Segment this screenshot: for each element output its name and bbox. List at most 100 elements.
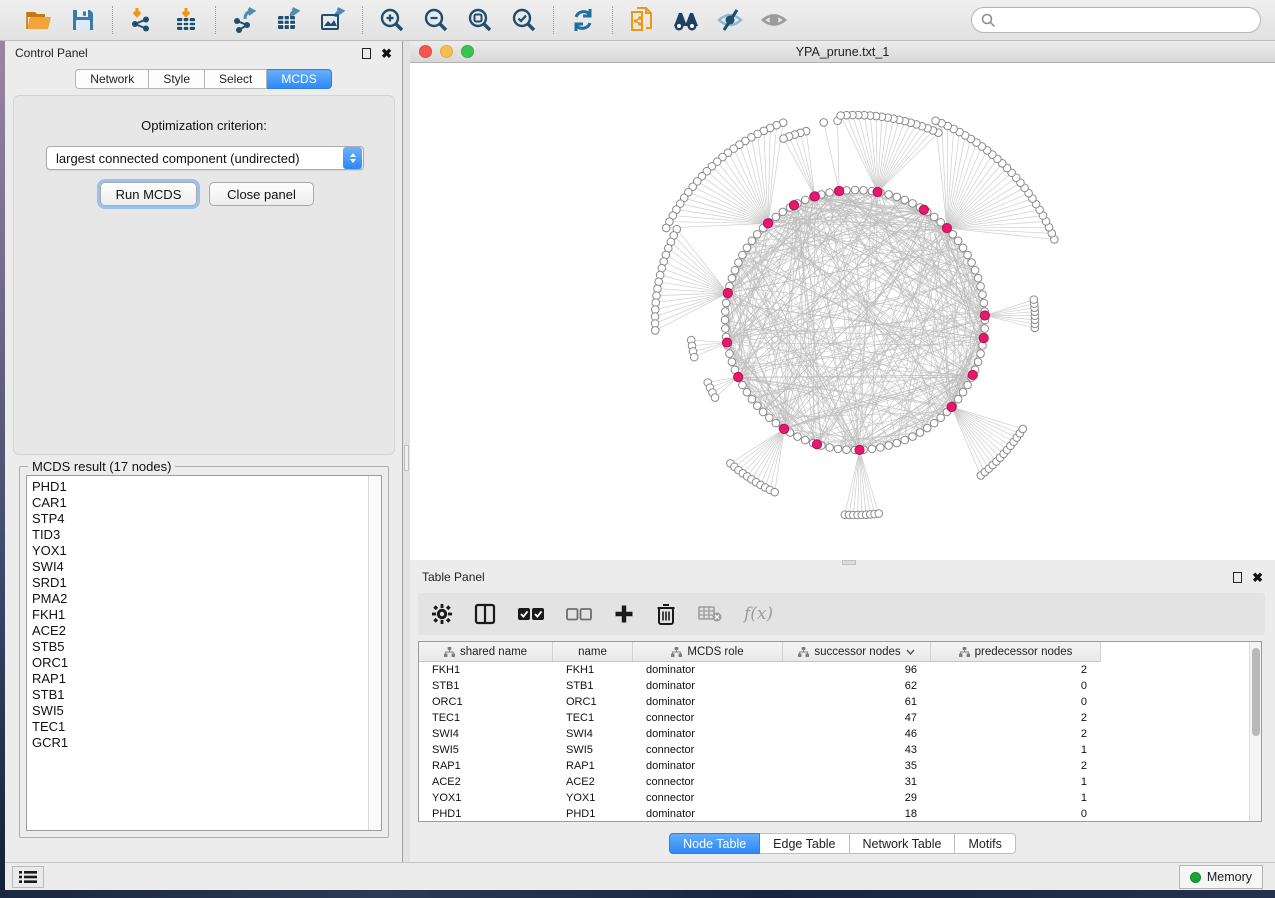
float-panel-icon[interactable] xyxy=(362,48,371,59)
cell-shared-name[interactable]: STB1 xyxy=(419,678,553,694)
cell-predecessor-nodes[interactable]: 1 xyxy=(931,742,1101,758)
cell-successor-nodes[interactable]: 31 xyxy=(783,774,931,790)
memory-button[interactable]: Memory xyxy=(1179,865,1263,889)
mcds-result-item[interactable]: YOX1 xyxy=(32,543,381,559)
cell-successor-nodes[interactable]: 29 xyxy=(783,790,931,806)
column-header-shared-name[interactable]: shared name xyxy=(419,642,553,661)
table-row[interactable]: FKH1FKH1dominator962 xyxy=(419,662,1101,678)
network-window-titlebar[interactable]: YPA_prune.txt_1 xyxy=(410,41,1275,63)
cell-successor-nodes[interactable]: 61 xyxy=(783,694,931,710)
tab-edge-table[interactable]: Edge Table xyxy=(760,833,849,854)
cell-name[interactable]: TEC1 xyxy=(553,710,633,726)
scrollbar-thumb[interactable] xyxy=(1252,648,1260,736)
criterion-select[interactable]: largest connected component (undirected) xyxy=(46,146,364,170)
network-view-canvas[interactable] xyxy=(410,63,1275,560)
select-all-icon[interactable] xyxy=(518,607,544,621)
table-row[interactable]: ACE2ACE2connector311 xyxy=(419,774,1101,790)
cell-predecessor-nodes[interactable]: 1 xyxy=(931,790,1101,806)
open-session-icon[interactable] xyxy=(24,5,54,35)
save-session-icon[interactable] xyxy=(68,5,98,35)
cell-successor-nodes[interactable]: 35 xyxy=(783,758,931,774)
delete-table-icon[interactable] xyxy=(698,605,722,623)
cell-name[interactable]: RAP1 xyxy=(553,758,633,774)
function-builder-icon[interactable]: f(x) xyxy=(744,604,773,624)
tab-motifs[interactable]: Motifs xyxy=(955,833,1015,854)
cell-name[interactable]: STB1 xyxy=(553,678,633,694)
import-network-icon[interactable] xyxy=(127,5,157,35)
column-header-name[interactable]: name xyxy=(553,642,633,661)
float-panel-icon[interactable] xyxy=(1233,572,1242,583)
cell-predecessor-nodes[interactable]: 0 xyxy=(931,678,1101,694)
table-row[interactable]: SWI4SWI4dominator462 xyxy=(419,726,1101,742)
cell-name[interactable]: SWI5 xyxy=(553,742,633,758)
import-table-icon[interactable] xyxy=(171,5,201,35)
cell-name[interactable]: PHD1 xyxy=(553,806,633,822)
tab-network-table[interactable]: Network Table xyxy=(850,833,956,854)
cell-name[interactable]: FKH1 xyxy=(553,662,633,678)
cell-MCDS-role[interactable]: connector xyxy=(633,774,783,790)
export-image-icon[interactable] xyxy=(318,5,348,35)
cell-successor-nodes[interactable]: 47 xyxy=(783,710,931,726)
clone-network-icon[interactable] xyxy=(627,5,657,35)
mcds-result-item[interactable]: SRD1 xyxy=(32,575,381,591)
close-panel-icon[interactable]: ✖ xyxy=(1252,571,1263,584)
tab-network[interactable]: Network xyxy=(75,69,149,89)
mcds-result-item[interactable]: TEC1 xyxy=(32,719,381,735)
mcds-list-scrollbar[interactable] xyxy=(368,476,381,830)
table-row[interactable]: SWI5SWI5connector431 xyxy=(419,742,1101,758)
cell-successor-nodes[interactable]: 96 xyxy=(783,662,931,678)
table-row[interactable]: YOX1YOX1connector291 xyxy=(419,790,1101,806)
deselect-all-icon[interactable] xyxy=(566,607,592,621)
cell-predecessor-nodes[interactable]: 2 xyxy=(931,758,1101,774)
cell-MCDS-role[interactable]: dominator xyxy=(633,806,783,822)
search-input[interactable] xyxy=(1001,13,1251,27)
mcds-result-item[interactable]: GCR1 xyxy=(32,735,381,751)
close-panel-icon[interactable]: ✖ xyxy=(381,47,392,60)
cell-predecessor-nodes[interactable]: 2 xyxy=(931,662,1101,678)
mcds-result-item[interactable]: CAR1 xyxy=(32,495,381,511)
cell-successor-nodes[interactable]: 46 xyxy=(783,726,931,742)
mcds-result-item[interactable]: RAP1 xyxy=(32,671,381,687)
add-row-icon[interactable] xyxy=(614,604,634,624)
node-table[interactable]: shared namenameMCDS rolesuccessor nodesp… xyxy=(418,641,1262,822)
cell-MCDS-role[interactable]: dominator xyxy=(633,678,783,694)
mcds-result-item[interactable]: STP4 xyxy=(32,511,381,527)
cell-name[interactable]: SWI4 xyxy=(553,726,633,742)
cell-successor-nodes[interactable]: 62 xyxy=(783,678,931,694)
tab-style[interactable]: Style xyxy=(149,69,205,89)
mcds-result-item[interactable]: ACE2 xyxy=(32,623,381,639)
zoom-selected-icon[interactable] xyxy=(509,5,539,35)
cell-name[interactable]: ORC1 xyxy=(553,694,633,710)
cell-predecessor-nodes[interactable]: 0 xyxy=(931,694,1101,710)
refresh-layout-icon[interactable] xyxy=(568,5,598,35)
cell-shared-name[interactable]: ORC1 xyxy=(419,694,553,710)
table-row[interactable]: RAP1RAP1dominator352 xyxy=(419,758,1101,774)
table-row[interactable]: TEC1TEC1connector472 xyxy=(419,710,1101,726)
panel-menu-button[interactable] xyxy=(12,866,44,888)
cell-predecessor-nodes[interactable]: 2 xyxy=(931,726,1101,742)
cell-MCDS-role[interactable]: dominator xyxy=(633,662,783,678)
mcds-result-list[interactable]: PHD1CAR1STP4TID3YOX1SWI4SRD1PMA2FKH1ACE2… xyxy=(26,475,382,831)
mcds-result-item[interactable]: PMA2 xyxy=(32,591,381,607)
mcds-result-item[interactable]: FKH1 xyxy=(32,607,381,623)
mcds-result-item[interactable]: ORC1 xyxy=(32,655,381,671)
table-row[interactable]: ORC1ORC1dominator610 xyxy=(419,694,1101,710)
cell-MCDS-role[interactable]: dominator xyxy=(633,694,783,710)
mcds-result-item[interactable]: PHD1 xyxy=(32,479,381,495)
tab-node-table[interactable]: Node Table xyxy=(669,833,760,854)
cell-shared-name[interactable]: YOX1 xyxy=(419,790,553,806)
cell-MCDS-role[interactable]: dominator xyxy=(633,758,783,774)
zoom-out-icon[interactable] xyxy=(421,5,451,35)
cell-name[interactable]: ACE2 xyxy=(553,774,633,790)
table-row[interactable]: PHD1PHD1dominator180 xyxy=(419,806,1101,822)
column-header-successor-nodes[interactable]: successor nodes xyxy=(783,642,931,661)
export-network-icon[interactable] xyxy=(230,5,260,35)
cell-MCDS-role[interactable]: dominator xyxy=(633,726,783,742)
cell-shared-name[interactable]: RAP1 xyxy=(419,758,553,774)
search-box[interactable] xyxy=(971,7,1261,33)
export-table-icon[interactable] xyxy=(274,5,304,35)
cell-shared-name[interactable]: FKH1 xyxy=(419,662,553,678)
vertical-splitter[interactable] xyxy=(403,41,410,862)
cell-shared-name[interactable]: PHD1 xyxy=(419,806,553,822)
mcds-result-item[interactable]: SWI4 xyxy=(32,559,381,575)
